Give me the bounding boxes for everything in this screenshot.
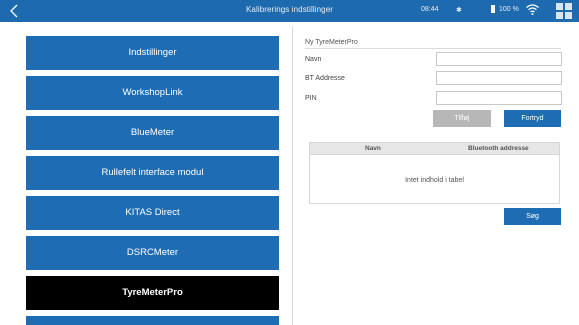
menu-item-indstillinger[interactable]: Indstillinger — [26, 36, 279, 70]
battery-level: 100 % — [499, 6, 519, 13]
search-button[interactable]: Søg — [504, 208, 561, 225]
apps-grid-icon[interactable] — [556, 3, 572, 19]
wifi-icon — [526, 4, 539, 17]
empty-table-message: Intet indhold i tabel — [405, 177, 464, 184]
menu-item-rullefelt-interface-modul[interactable]: Rullefelt interface modul — [26, 156, 279, 190]
pin-label: PIN — [305, 95, 317, 102]
bluetooth-icon: ✱ — [456, 7, 462, 14]
add-button[interactable]: Tilføj — [433, 110, 491, 127]
menu-item-kitas-direct[interactable]: KITAS Direct — [26, 196, 279, 230]
status-time: 08:44 — [421, 6, 439, 13]
battery-icon — [491, 5, 495, 13]
devices-table: Navn Bluetooth addresse Intet indhold i … — [309, 142, 560, 204]
menu-item-bluemeter[interactable]: BlueMeter — [26, 116, 279, 150]
menu-item-dsrcmeter[interactable]: DSRCMeter — [26, 236, 279, 270]
column-header-name[interactable]: Navn — [365, 145, 381, 152]
panel-divider — [292, 26, 293, 325]
name-input[interactable] — [436, 52, 562, 66]
settings-menu: Indstillinger WorkshopLink BlueMeter Rul… — [26, 36, 279, 325]
cancel-button[interactable]: Fortryd — [504, 110, 561, 127]
menu-item-tyremeterpro[interactable]: TyreMeterPro — [26, 276, 279, 310]
menu-item-workshoplink[interactable]: WorkshopLink — [26, 76, 279, 110]
name-label: Navn — [305, 56, 322, 63]
top-bar: Kalibrerings indstillinger 08:44 ✱ 100 % — [0, 0, 579, 22]
pin-input[interactable] — [436, 91, 562, 105]
menu-item-more[interactable] — [26, 316, 279, 325]
form-title: Ny TyreMeterPro — [305, 39, 358, 46]
column-header-bt-address[interactable]: Bluetooth addresse — [468, 145, 529, 152]
form-divider — [305, 48, 561, 49]
bt-address-label: BT Addresse — [305, 75, 345, 82]
bt-address-input[interactable] — [436, 71, 562, 85]
table-header: Navn Bluetooth addresse — [310, 143, 559, 155]
